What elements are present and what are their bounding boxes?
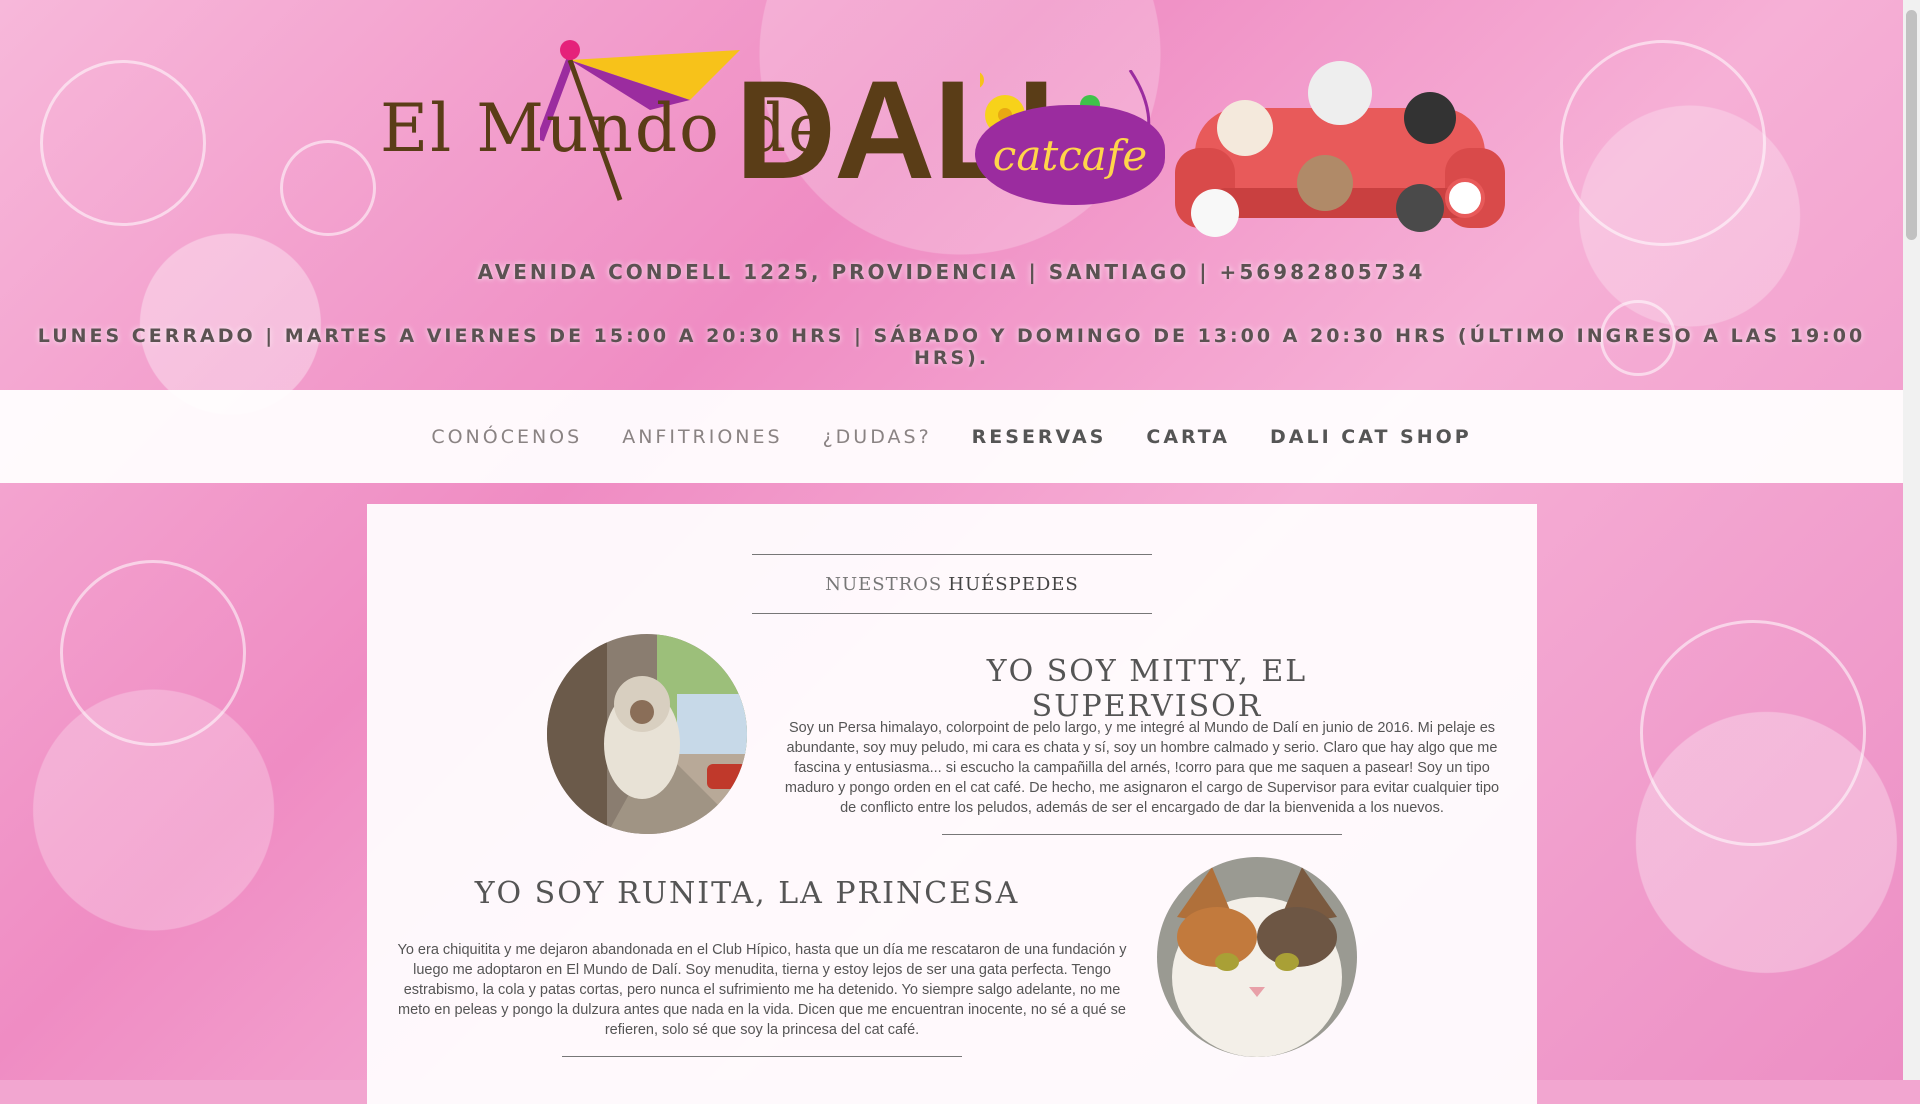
- cat-name-runita: YO SOY RUNITA, LA PRINCESA: [474, 876, 1020, 911]
- logo-badge-catcafe: catcafe: [975, 105, 1165, 205]
- section-title-light: NUESTROS: [825, 573, 943, 595]
- cats-on-sofa-illustration: [1175, 61, 1505, 237]
- site-logo[interactable]: El Mundo de DALI catcafe: [380, 30, 1520, 250]
- divider: [562, 1056, 962, 1057]
- nav-item-carta[interactable]: CARTA: [1146, 426, 1230, 448]
- section-title: NUESTROS HUÉSPEDES: [752, 554, 1152, 614]
- cat-description-mitty: Soy un Persa himalayo, colorpoint de pel…: [784, 720, 1500, 816]
- guests-section: NUESTROS HUÉSPEDES YO SOY MITTY, EL SUPE…: [367, 504, 1537, 1104]
- cat-description-runita: Yo era chiquitita y me dejaron abandonad…: [397, 942, 1127, 1038]
- nav-item-reservas[interactable]: RESERVAS: [972, 426, 1107, 448]
- nav-item-anfitriones[interactable]: ANFITRIONES: [622, 426, 782, 448]
- cat-photo-runita: [1157, 857, 1357, 1057]
- divider: [942, 834, 1342, 835]
- section-title-bold: HUÉSPEDES: [948, 573, 1079, 595]
- nav-item-conocenos[interactable]: CONÓCENOS: [431, 426, 582, 448]
- cat-photo-mitty: [547, 634, 747, 834]
- opening-hours: LUNES CERRADO | MARTES A VIERNES DE 15:0…: [37, 325, 1866, 369]
- scrollbar-thumb[interactable]: [1906, 10, 1917, 240]
- vertical-scrollbar[interactable]: [1903, 0, 1920, 1080]
- nav-item-dali-cat-shop[interactable]: DALI CAT SHOP: [1270, 426, 1472, 448]
- cat-name-mitty: YO SOY MITTY, EL SUPERVISOR: [986, 654, 1308, 724]
- main-nav: CONÓCENOS ANFITRIONES ¿DUDAS? RESERVAS C…: [0, 390, 1903, 483]
- address-line: AVENIDA CONDELL 1225, PROVIDENCIA | SANT…: [477, 260, 1426, 284]
- nav-item-dudas[interactable]: ¿DUDAS?: [823, 426, 932, 448]
